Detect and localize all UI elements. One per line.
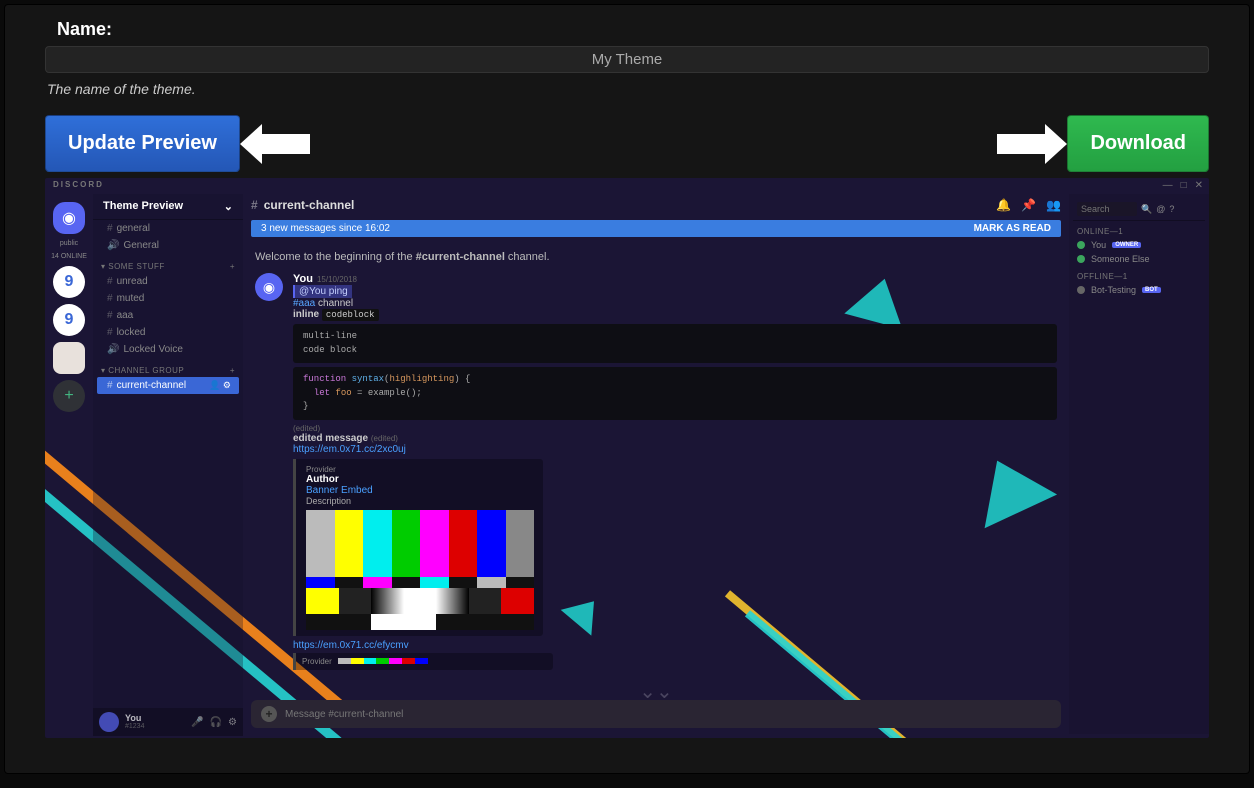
members-sidebar: 🔍 @ ? ONLINE—1 YouOWNER Someone Else OFF… bbox=[1069, 194, 1209, 734]
members-offline-header: OFFLINE—1 bbox=[1073, 266, 1205, 283]
message-row: ◉ You15/10/2018 @You ping #aaa channel i… bbox=[243, 269, 1069, 676]
guild-server-1[interactable]: 9 bbox=[53, 266, 85, 298]
member-someone[interactable]: Someone Else bbox=[1073, 252, 1205, 266]
chevron-down-icon: ⌄ bbox=[224, 200, 233, 213]
channel-sidebar: Theme Preview⌄ #general 🔊General ▾ SOME … bbox=[93, 194, 243, 734]
theme-name-input[interactable] bbox=[45, 46, 1209, 73]
category-some-stuff[interactable]: ▾ SOME STUFF+ bbox=[93, 254, 243, 273]
server-header[interactable]: Theme Preview⌄ bbox=[93, 194, 243, 220]
inbox-icon[interactable]: @ bbox=[1156, 204, 1165, 214]
edited-tag-small: (edited) bbox=[293, 424, 1057, 433]
message-link-1[interactable]: https://em.0x71.cc/2xc0uj bbox=[293, 444, 1057, 455]
member-you[interactable]: YouOWNER bbox=[1073, 238, 1205, 252]
category-channel-group[interactable]: ▾ CHANNEL GROUP+ bbox=[93, 358, 243, 377]
welcome-text: Welcome to the beginning of the #current… bbox=[243, 241, 1069, 269]
pin-icon[interactable]: 📌 bbox=[1021, 198, 1036, 212]
update-preview-button[interactable]: Update Preview bbox=[45, 115, 240, 172]
channel-general-voice[interactable]: 🔊General bbox=[93, 237, 243, 254]
channel-unread[interactable]: #unread bbox=[93, 273, 243, 290]
chat-main: #current-channel 🔔 📌 👥 3 new messages si… bbox=[243, 194, 1069, 734]
scroll-down-chevron-icon[interactable]: ⌄⌄ bbox=[639, 679, 673, 704]
members-icon[interactable]: 👥 bbox=[1046, 198, 1061, 212]
guild-public-label: public bbox=[49, 240, 89, 247]
guild-add-server[interactable]: + bbox=[53, 380, 85, 412]
discord-wordmark: DISCORD bbox=[53, 180, 104, 189]
channel-locked-voice[interactable]: 🔊Locked Voice bbox=[93, 341, 243, 358]
message-input[interactable]: + Message #current-channel bbox=[251, 700, 1061, 728]
members-online-header: ONLINE—1 bbox=[1073, 221, 1205, 238]
channel-current-selected[interactable]: #current-channel👤 ⚙ bbox=[97, 377, 239, 394]
channel-header: #current-channel 🔔 📌 👥 bbox=[243, 194, 1069, 216]
channel-muted[interactable]: #muted bbox=[93, 290, 243, 307]
code-block-syntax: function syntax(highlighting) { let foo … bbox=[293, 367, 1057, 420]
search-input[interactable] bbox=[1077, 202, 1137, 216]
message-link-2[interactable]: https://em.0x71.cc/efycmv bbox=[293, 640, 1057, 651]
arrow-left-icon bbox=[240, 124, 310, 164]
channel-general-text[interactable]: #general bbox=[93, 220, 243, 237]
help-icon[interactable]: ? bbox=[1169, 204, 1174, 214]
arrow-right-icon bbox=[997, 124, 1067, 164]
test-pattern-image bbox=[306, 510, 534, 630]
theme-preview: DISCORD —□✕ ◉ public 14 ONLINE 9 9 + The… bbox=[45, 178, 1209, 738]
download-button[interactable]: Download bbox=[1067, 115, 1209, 172]
search-icon[interactable]: 🔍 bbox=[1141, 204, 1152, 215]
guild-home-icon[interactable]: ◉ bbox=[53, 202, 85, 234]
embed-card: Provider Author Banner Embed Description bbox=[293, 459, 543, 636]
code-block-plain: multi-line code block bbox=[293, 324, 1057, 363]
window-controls: —□✕ bbox=[1157, 178, 1209, 193]
guild-server-2[interactable]: 9 bbox=[53, 304, 85, 336]
channel-aaa[interactable]: #aaa bbox=[93, 307, 243, 324]
name-hint: The name of the theme. bbox=[47, 81, 1209, 97]
name-label: Name: bbox=[57, 19, 1209, 40]
bell-icon[interactable]: 🔔 bbox=[996, 198, 1011, 212]
member-bot[interactable]: Bot-TestingBOT bbox=[1073, 283, 1205, 297]
guild-server-3[interactable] bbox=[53, 342, 85, 374]
guild-online-count: 14 ONLINE bbox=[49, 253, 89, 260]
message-avatar-icon[interactable]: ◉ bbox=[255, 273, 283, 301]
guild-list: ◉ public 14 ONLINE 9 9 + bbox=[45, 194, 93, 734]
channel-locked[interactable]: #locked bbox=[93, 324, 243, 341]
embed-card-2: Provider bbox=[293, 653, 553, 670]
new-messages-banner[interactable]: 3 new messages since 16:02 MARK AS READ bbox=[251, 220, 1061, 237]
attach-icon[interactable]: + bbox=[261, 706, 277, 722]
